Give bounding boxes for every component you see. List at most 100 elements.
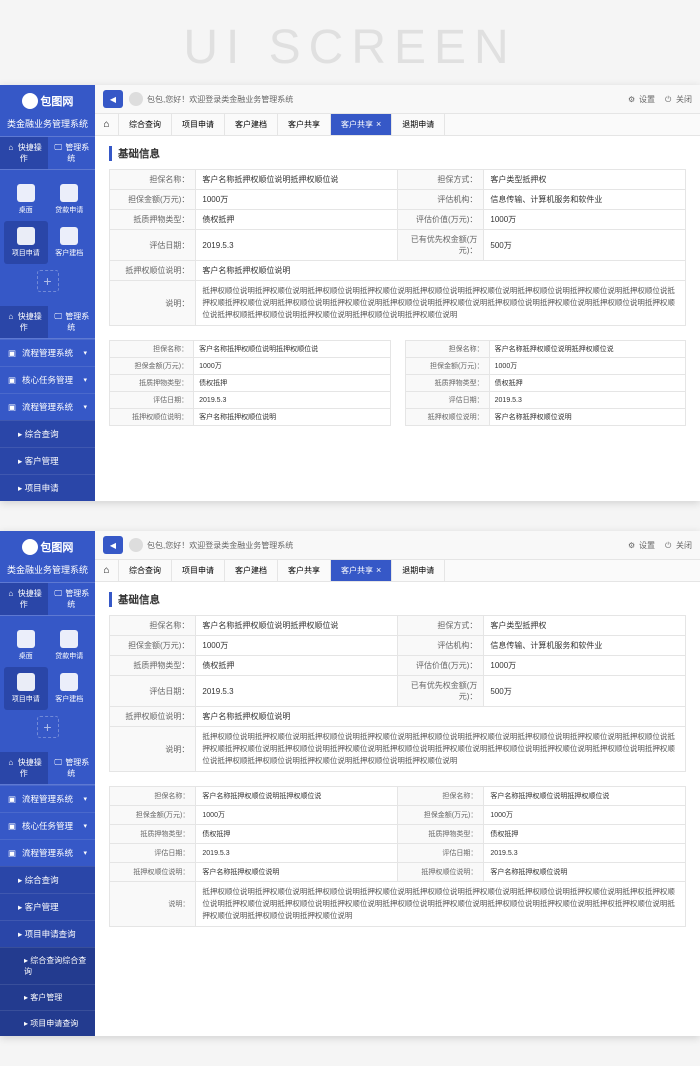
field-label: 担保名称： <box>110 341 194 358</box>
nav-item[interactable]: ▸ 综合查询 <box>0 420 95 447</box>
nav-item[interactable]: ▸ 客户管理 <box>0 984 95 1010</box>
monitor-icon: 🖵 <box>53 312 63 322</box>
quick-desktop[interactable]: 桌面 <box>4 624 48 667</box>
logo: 包图网 <box>0 85 95 117</box>
home-icon: ⌂ <box>6 312 16 322</box>
field-value: 抵押权顺位说明抵押权顺位说明抵押权顺位说明抵押权顺位说明抵押权顺位说明抵押权顺位… <box>196 727 686 772</box>
field-label: 抵押权顺位说明： <box>110 863 196 882</box>
sidebar-tab-manage2[interactable]: 🖵管理系统 <box>48 752 96 784</box>
nav-item[interactable]: ▸ 项目申请查询 <box>0 1010 95 1036</box>
settings-button[interactable]: ⚙设置 <box>628 540 655 551</box>
quick-customer[interactable]: 客户建档 <box>48 221 92 264</box>
tab-item[interactable]: 客户共享 <box>278 560 331 581</box>
quick-project[interactable]: 项目申请 <box>4 221 48 264</box>
field-value: 1000万 <box>484 656 686 676</box>
watermark-title: UI SCREEN <box>0 0 700 85</box>
logo: 包图网 <box>0 531 95 563</box>
field-value: 客户名称抵押权顺位说明 <box>484 863 686 882</box>
field-value: 客户名称抵押权顺位说明 <box>194 409 390 426</box>
sidebar-tab-quick2[interactable]: ⌂快捷操作 <box>0 752 48 784</box>
field-value: 客户名称抵押权顺位说明抵押权顺位说 <box>196 170 398 190</box>
field-value: 信息传输、计算机服务和软件业 <box>484 190 686 210</box>
table-row: 担保名称：客户名称抵押权顺位说明抵押权顺位说担保名称：客户名称抵押权顺位说明抵押… <box>110 787 686 806</box>
monitor-icon: 🖵 <box>53 758 63 768</box>
close-button[interactable]: ⏻关闭 <box>665 540 692 551</box>
tab-item[interactable]: 项目申请 <box>172 114 225 135</box>
tab-item[interactable]: 综合查询 <box>119 114 172 135</box>
nav-label: 流程管理系统 <box>22 348 73 358</box>
sidebar-tab-quick[interactable]: ⌂快捷操作 <box>0 583 48 615</box>
nav-item[interactable]: ▸ 项目申请查询 <box>0 920 95 947</box>
tab-item[interactable]: 客户建档 <box>225 560 278 581</box>
table-row: 抵押权顺位说明：客户名称抵押权顺位说明 <box>110 707 686 727</box>
nav-item[interactable]: ▸ 客户管理 <box>0 893 95 920</box>
quick-loan[interactable]: 贷款申请 <box>48 624 92 667</box>
table-row: 抵质押物类型：债权抵押 <box>405 375 686 392</box>
bullet-icon: ▸ <box>18 929 25 939</box>
mini-tables: 担保名称：客户名称抵押权顺位说明抵押权顺位说担保金额(万元)：1000万抵质押物… <box>109 340 686 426</box>
field-value: 500万 <box>484 230 686 261</box>
home-icon: ⌂ <box>103 119 109 130</box>
nav-label: 流程管理系统 <box>22 848 73 858</box>
nav-label: 项目申请查询 <box>30 1019 78 1028</box>
tab-home[interactable]: ⌂ <box>95 560 119 581</box>
sidebar-tab-manage2[interactable]: 🖵管理系统 <box>48 306 96 338</box>
sidebar-tab-quick2[interactable]: ⌂快捷操作 <box>0 306 48 338</box>
sidebar: 包图网 类金融业务管理系统 ⌂快捷操作 🖵管理系统 桌面 贷款申请 项目申请 客… <box>0 85 95 501</box>
sidebar-tab-quick[interactable]: ⌂快捷操作 <box>0 137 48 169</box>
sidebar-tab-manage[interactable]: 🖵管理系统 <box>48 583 96 615</box>
nav-item[interactable]: ▣流程管理系统▾ <box>0 839 95 866</box>
quick-customer[interactable]: 客户建档 <box>48 667 92 710</box>
field-label: 评估日期： <box>110 230 196 261</box>
table-row: 担保名称：客户名称抵押权顺位说明抵押权顺位说担保方式：客户类型抵押权 <box>110 616 686 636</box>
nav-item[interactable]: ▸ 项目申请 <box>0 474 95 501</box>
settings-button[interactable]: ⚙设置 <box>628 94 655 105</box>
quick-desktop[interactable]: 桌面 <box>4 178 48 221</box>
tab-item[interactable]: 客户建档 <box>225 114 278 135</box>
close-icon[interactable]: × <box>376 565 381 575</box>
quick-add-button[interactable]: + <box>37 270 59 292</box>
tab-item[interactable]: 退期申请 <box>392 560 445 581</box>
tab-item[interactable]: 客户共享× <box>331 114 392 135</box>
field-label: 评估机构： <box>397 190 483 210</box>
nav-item[interactable]: ▸ 综合查询 <box>0 866 95 893</box>
tab-home[interactable]: ⌂ <box>95 114 119 135</box>
field-label: 抵押权顺位说明： <box>110 707 196 727</box>
sidebar-subtitle: 类金融业务管理系统 <box>0 563 95 583</box>
field-label: 评估价值(万元)： <box>397 656 483 676</box>
nav-item[interactable]: ▣核心任务管理▾ <box>0 366 95 393</box>
table-row: 抵质押物类型：债权抵押抵质押物类型：债权抵押 <box>110 825 686 844</box>
nav-item[interactable]: ▸ 综合查询综合查询 <box>0 947 95 984</box>
nav-item[interactable]: ▣核心任务管理▾ <box>0 812 95 839</box>
tab-item[interactable]: 客户共享 <box>278 114 331 135</box>
tab-item[interactable]: 综合查询 <box>119 560 172 581</box>
back-button[interactable]: ◀ <box>103 90 123 108</box>
field-value: 抵押权顺位说明抵押权顺位说明抵押权顺位说明抵押权顺位说明抵押权顺位说明抵押权顺位… <box>196 281 686 326</box>
tab-item[interactable]: 项目申请 <box>172 560 225 581</box>
chevron-down-icon: ▾ <box>83 349 87 357</box>
tab-item[interactable]: 客户共享× <box>331 560 392 581</box>
table-row: 抵质押物类型：债权抵押评估价值(万元)：1000万 <box>110 656 686 676</box>
sidebar-tab-manage[interactable]: 🖵管理系统 <box>48 137 96 169</box>
tab-item[interactable]: 退期申请 <box>392 114 445 135</box>
nav-item[interactable]: ▣流程管理系统▾ <box>0 393 95 420</box>
close-button[interactable]: ⏻关闭 <box>665 94 692 105</box>
table-row: 评估日期：2019.5.3 <box>110 392 391 409</box>
table-row: 评估日期：2019.5.3 <box>405 392 686 409</box>
quick-project[interactable]: 项目申请 <box>4 667 48 710</box>
field-value: 债权抵押 <box>489 375 685 392</box>
table-row: 担保金额(万元)：1000万评估机构：信息传输、计算机服务和软件业 <box>110 190 686 210</box>
close-icon[interactable]: × <box>376 119 381 129</box>
nav-item[interactable]: ▣流程管理系统▾ <box>0 785 95 812</box>
nav-label: 客户管理 <box>25 456 59 466</box>
nav-item[interactable]: ▣流程管理系统▾ <box>0 339 95 366</box>
calendar-icon <box>60 184 78 202</box>
field-value: 客户类型抵押权 <box>484 616 686 636</box>
content: 基础信息 担保名称：客户名称抵押权顺位说明抵押权顺位说担保方式：客户类型抵押权担… <box>95 582 700 937</box>
field-value: 债权抵押 <box>194 375 390 392</box>
back-button[interactable]: ◀ <box>103 536 123 554</box>
quick-loan[interactable]: 贷款申请 <box>48 178 92 221</box>
nav-label: 核心任务管理 <box>22 375 73 385</box>
nav-item[interactable]: ▸ 客户管理 <box>0 447 95 474</box>
quick-add-button[interactable]: + <box>37 716 59 738</box>
